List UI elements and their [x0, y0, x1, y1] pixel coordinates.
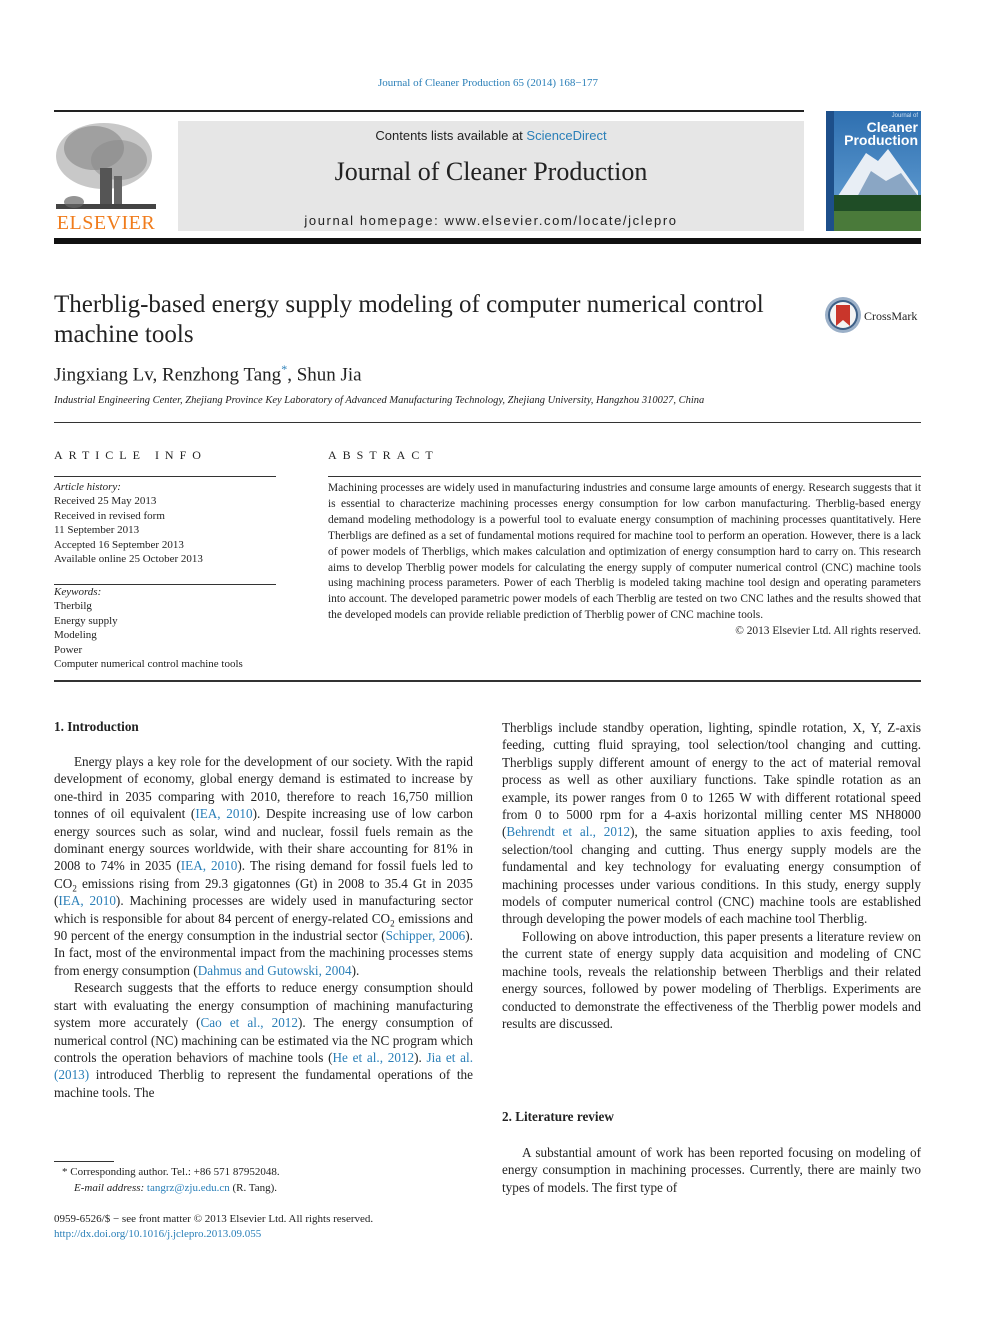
corresponding-author-mark[interactable]: *: [281, 362, 287, 376]
divider: [54, 422, 921, 423]
paragraph: Following on above introduction, this pa…: [502, 928, 921, 1031]
keyword-item: Modeling: [54, 629, 97, 642]
paragraph: Research suggests that the efforts to re…: [54, 980, 473, 1100]
divider: [54, 238, 921, 244]
left-column: Energy plays a key role for the developm…: [54, 753, 473, 1101]
footnote-divider: [54, 1161, 114, 1162]
elsevier-logo[interactable]: ELSEVIER: [54, 118, 158, 234]
issn-line: 0959-6526/$ − see front matter © 2013 El…: [54, 1213, 374, 1225]
journal-name: Journal of Cleaner Production: [334, 157, 648, 186]
corresponding-author-note: * Corresponding author. Tel.: +86 571 87…: [62, 1166, 280, 1178]
right-column: Therbligs include standby operation, lig…: [502, 719, 921, 1032]
abstract-text: Machining processes are widely used in m…: [328, 482, 921, 622]
paragraph: Therbligs include standby operation, lig…: [502, 720, 922, 927]
article-title: Therblig-based energy supply modeling of…: [54, 291, 764, 348]
contents-line: Contents lists available at ScienceDirec…: [178, 128, 804, 143]
front-matter: 0959-6526/$ − see front matter © 2013 El…: [54, 1212, 373, 1242]
email-link[interactable]: tangrz@zju.edu.cn: [147, 1182, 230, 1194]
keyword-item: Computer numerical control machine tools: [54, 658, 243, 671]
keyword-item: Energy supply: [54, 614, 118, 627]
cover-title: Cleaner Production: [838, 120, 918, 148]
right-column-continued: A substantial amount of work has been re…: [502, 1144, 921, 1196]
keyword-item: Therbilg: [54, 600, 92, 613]
contents-prefix: Contents lists available at: [375, 128, 527, 143]
doi-link[interactable]: http://dx.doi.org/10.1016/j.jclepro.2013…: [54, 1228, 261, 1240]
journal-cover-image[interactable]: Journal of Cleaner Production: [826, 111, 921, 231]
citation-link[interactable]: IEA, 2010: [181, 858, 238, 873]
history-label: Article history:: [54, 481, 121, 493]
divider: [54, 680, 921, 682]
keywords: Keywords: Therbilg Energy supply Modelin…: [54, 585, 284, 671]
paragraph: A substantial amount of work has been re…: [502, 1145, 921, 1195]
crossmark-icon: [825, 297, 861, 333]
author-list: Jingxiang Lv, Renzhong Tang*, Shun Jia: [54, 362, 362, 386]
abstract-heading: ABSTRACT: [328, 448, 439, 462]
journal-homepage[interactable]: journal homepage: www.elsevier.com/locat…: [178, 213, 804, 228]
keywords-label: Keywords:: [54, 586, 102, 598]
citation-link[interactable]: Cao et al., 2012: [201, 1015, 298, 1030]
divider: [328, 476, 921, 477]
citation-link[interactable]: Schipper, 2006: [386, 928, 466, 943]
abstract: Machining processes are widely used in m…: [328, 481, 921, 640]
affiliation: Industrial Engineering Center, Zhejiang …: [54, 395, 705, 406]
history-item: Accepted 16 September 2013: [54, 538, 184, 551]
history-item: Available online 25 October 2013: [54, 553, 203, 566]
divider: [54, 110, 804, 112]
citation-link[interactable]: IEA, 2010: [58, 893, 116, 908]
crossmark-button[interactable]: CrossMark: [824, 296, 924, 336]
footnote: * Corresponding author. Tel.: +86 571 87…: [54, 1165, 280, 1196]
keyword-item: Power: [54, 643, 83, 656]
citation-link[interactable]: He et al., 2012: [333, 1050, 415, 1065]
author-name: Shun Jia: [296, 364, 362, 386]
history-item: Received in revised form: [54, 509, 165, 522]
paragraph: Energy plays a key role for the developm…: [54, 754, 473, 978]
citation-link[interactable]: IEA, 2010: [195, 806, 252, 821]
divider: [54, 476, 276, 477]
section-heading-literature-review: 2. Literature review: [502, 1109, 614, 1124]
email-suffix: (R. Tang).: [229, 1181, 278, 1194]
email-label: E-mail address:: [74, 1181, 147, 1194]
article-history: Article history: Received 25 May 2013 Re…: [54, 480, 276, 566]
crossmark-label: CrossMark: [864, 309, 918, 323]
article-info-heading: ARTICLE INFO: [54, 448, 207, 462]
subscript: 2: [390, 918, 395, 929]
author-name: Renzhong Tang: [162, 364, 282, 386]
abstract-copyright: © 2013 Elsevier Ltd. All rights reserved…: [735, 625, 921, 638]
cover-title-line2: Production: [844, 132, 918, 148]
history-item: 11 September 2013: [54, 524, 140, 537]
history-item: Received 25 May 2013: [54, 495, 157, 508]
section-heading-introduction: 1. Introduction: [54, 719, 139, 734]
elsevier-wordmark: ELSEVIER: [56, 212, 156, 234]
sciencedirect-link[interactable]: ScienceDirect: [526, 128, 606, 143]
subscript: 2: [72, 883, 77, 894]
journal-citation[interactable]: Journal of Cleaner Production 65 (2014) …: [0, 77, 976, 89]
masthead: Contents lists available at ScienceDirec…: [178, 121, 804, 231]
citation-link[interactable]: Behrendt et al., 2012: [506, 824, 630, 839]
citation-link[interactable]: Dahmus and Gutowski, 2004: [198, 963, 352, 978]
email-line: E-mail address: tangrz@zju.edu.cn (R. Ta…: [54, 1181, 280, 1197]
author-name: Jingxiang Lv: [54, 364, 153, 386]
